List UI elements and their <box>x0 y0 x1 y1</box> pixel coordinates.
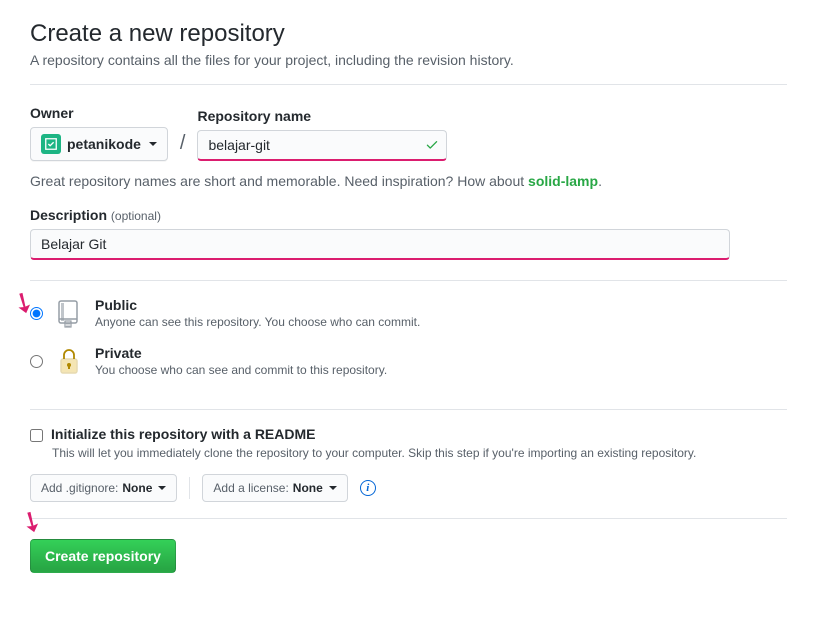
gitignore-dropdown[interactable]: Add .gitignore: None <box>30 474 177 502</box>
create-repository-button[interactable]: Create repository <box>30 539 176 573</box>
private-label: Private <box>95 345 387 361</box>
caret-down-icon <box>158 486 166 490</box>
lock-icon <box>53 345 85 377</box>
name-suggestion-link[interactable]: solid-lamp <box>528 173 598 189</box>
name-hint: Great repository names are short and mem… <box>30 173 787 189</box>
private-desc: You choose who can see and commit to thi… <box>95 363 387 377</box>
page-subtitle: A repository contains all the files for … <box>30 52 787 68</box>
repo-public-icon <box>53 297 85 329</box>
owner-name: petanikode <box>67 136 141 152</box>
owner-avatar-icon <box>41 134 61 154</box>
info-icon[interactable]: i <box>360 480 376 496</box>
repo-name-label: Repository name <box>197 108 447 124</box>
caret-down-icon <box>329 486 337 490</box>
public-radio[interactable] <box>30 307 43 320</box>
repo-name-input[interactable] <box>197 130 447 161</box>
owner-label: Owner <box>30 105 168 121</box>
init-readme-label: Initialize this repository with a README <box>51 426 315 442</box>
init-readme-desc: This will let you immediately clone the … <box>52 446 787 460</box>
description-label: Description (optional) <box>30 207 787 223</box>
description-input[interactable] <box>30 229 730 260</box>
slash-separator: / <box>176 132 190 161</box>
init-readme-checkbox[interactable] <box>30 429 43 442</box>
owner-select[interactable]: petanikode <box>30 127 168 161</box>
private-radio[interactable] <box>30 355 43 368</box>
page-title: Create a new repository <box>30 20 787 48</box>
license-dropdown[interactable]: Add a license: None <box>202 474 347 502</box>
public-desc: Anyone can see this repository. You choo… <box>95 315 420 329</box>
divider <box>189 477 190 499</box>
check-icon <box>425 137 439 154</box>
public-label: Public <box>95 297 420 313</box>
caret-down-icon <box>149 142 157 146</box>
